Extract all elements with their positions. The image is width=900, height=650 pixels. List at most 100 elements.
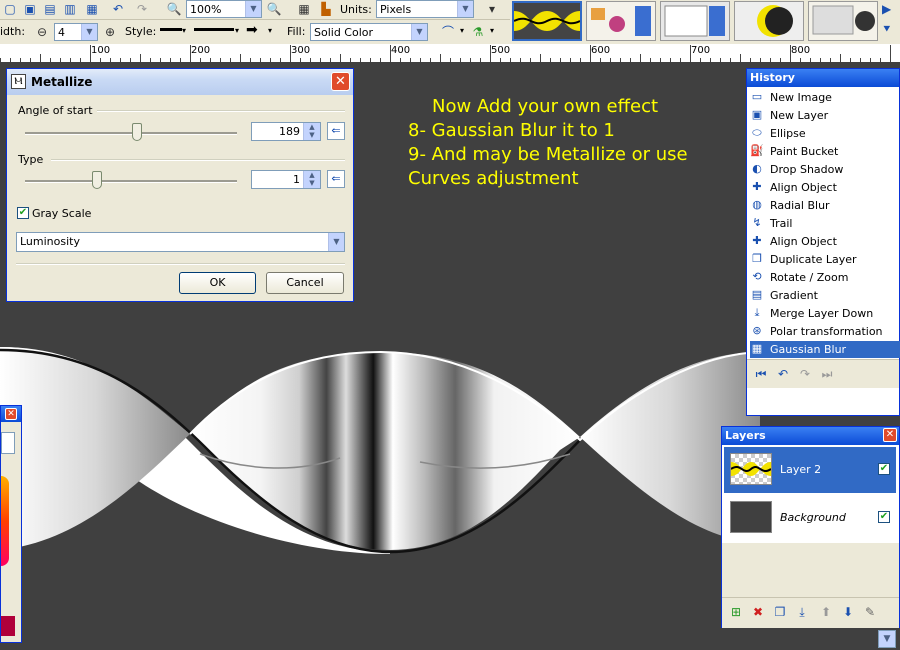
brush-width-dropdown[interactable]: 4 ▼: [54, 23, 98, 41]
type-reset-button[interactable]: ⇐: [327, 170, 345, 188]
image-thumbnail[interactable]: [808, 1, 878, 41]
layers-panel: Layers ✕ Layer 2 ✔ Background ✔ ⊞ ✖ ❐ ⤓ …: [721, 426, 900, 628]
add-layer-icon[interactable]: ⊞: [728, 604, 744, 620]
ruler-tick-label: 600: [591, 45, 611, 56]
spin-down-icon[interactable]: ▼: [304, 179, 320, 187]
history-item-label: Align Object: [770, 235, 837, 248]
line-style-icon[interactable]: [194, 28, 234, 31]
tool-icon[interactable]: ▣: [22, 1, 38, 17]
ok-button[interactable]: OK: [179, 272, 256, 294]
units-dropdown[interactable]: Pixels ▼: [376, 0, 474, 18]
history-item[interactable]: ▦ Gaussian Blur: [750, 341, 900, 358]
increase-icon[interactable]: ⊕: [102, 24, 118, 40]
delete-layer-icon[interactable]: ✖: [750, 604, 766, 620]
decrease-icon[interactable]: ⊖: [34, 24, 50, 40]
angle-slider-thumb[interactable]: [132, 123, 143, 141]
history-item[interactable]: ⬭ Ellipse: [750, 125, 900, 142]
move-layer-down-icon[interactable]: ⬇: [840, 604, 856, 620]
tool-icon[interactable]: ▤: [42, 1, 58, 17]
history-titlebar[interactable]: History: [747, 69, 899, 87]
close-icon[interactable]: ✕: [883, 428, 897, 442]
ruler-tick: [840, 54, 841, 62]
ruler-tick-label: 700: [691, 45, 711, 56]
layer-properties-icon[interactable]: ✎: [862, 604, 878, 620]
history-item[interactable]: ◍ Radial Blur: [750, 197, 900, 214]
move-layer-up-icon[interactable]: ⬆: [818, 604, 834, 620]
image-thumbnail[interactable]: [734, 1, 804, 41]
image-thumbnail[interactable]: [660, 1, 730, 41]
fill-dropdown[interactable]: Solid Color ▼: [310, 23, 428, 41]
type-slider-track[interactable]: [25, 180, 237, 183]
layers-footer: ⊞ ✖ ❐ ⤓ ⬆ ⬇ ✎: [722, 597, 899, 628]
history-item[interactable]: ↯ Trail: [750, 215, 900, 232]
blend-mode-dropdown[interactable]: Luminosity ▼: [16, 232, 345, 252]
ruler-tick: [540, 54, 541, 62]
cancel-button[interactable]: Cancel: [266, 272, 344, 294]
blend-mode-icon[interactable]: ⚗: [470, 24, 486, 40]
angle-reset-button[interactable]: ⇐: [327, 122, 345, 140]
layer-visibility-checkbox[interactable]: ✔: [878, 463, 890, 475]
scroll-down-icon[interactable]: ⯆: [882, 22, 892, 37]
merge-layer-down-icon: ⤓: [754, 306, 760, 319]
spin-up-icon[interactable]: ▲: [304, 123, 320, 131]
history-item[interactable]: ▣ New Layer: [750, 107, 900, 124]
history-item[interactable]: ✚ Align Object: [750, 179, 900, 196]
undo-icon[interactable]: ↶: [775, 366, 791, 382]
type-label: Type: [18, 153, 44, 166]
grayscale-checkbox[interactable]: ✔: [17, 207, 29, 219]
tool-icon[interactable]: ▢: [2, 1, 18, 17]
fast-forward-icon[interactable]: ⏭: [819, 366, 835, 382]
angle-spinbox[interactable]: 189 ▲ ▼: [251, 122, 321, 141]
zoom-out-icon[interactable]: 🔍: [166, 1, 182, 17]
grid-icon[interactable]: ▦: [296, 1, 312, 17]
image-thumbnail[interactable]: [512, 1, 582, 41]
primary-color-swatch[interactable]: [1, 616, 15, 636]
merge-layer-icon[interactable]: ⤓: [794, 604, 810, 620]
angle-slider-track[interactable]: [25, 132, 237, 135]
redo-icon[interactable]: ↷: [797, 366, 813, 382]
rewind-icon[interactable]: ⏮: [753, 366, 769, 382]
redo-icon[interactable]: ↷: [134, 1, 150, 17]
layers-titlebar[interactable]: Layers ✕: [722, 427, 899, 445]
image-thumbnail[interactable]: [586, 1, 656, 41]
history-item[interactable]: ⛽ Paint Bucket: [750, 143, 900, 160]
history-item[interactable]: ⊛ Polar transformation: [750, 323, 900, 340]
arrow-style-icon[interactable]: ➡: [246, 22, 258, 38]
ruler-icon[interactable]: ▙: [318, 1, 334, 17]
zoom-in-icon[interactable]: 🔍: [266, 1, 282, 17]
history-item[interactable]: ✚ Align Object: [750, 233, 900, 250]
dialog-close-button[interactable]: ✕: [331, 72, 350, 91]
layer-item[interactable]: Background ✔: [724, 495, 896, 541]
zoom-dropdown[interactable]: 100% ▼: [186, 0, 262, 18]
more-icon[interactable]: ▾: [484, 1, 500, 17]
toolbar-top: ▢ ▣ ▤ ▥ ▦ ↶ ↷ 🔍 100% ▼ 🔍 ▦ ▙ Units: Pixe…: [0, 0, 510, 20]
layer-visibility-checkbox[interactable]: ✔: [878, 511, 890, 523]
dash-style-icon[interactable]: [160, 28, 182, 31]
dialog-titlebar[interactable]: Ⲙ Metallize ✕: [7, 69, 353, 95]
history-item[interactable]: ▭ New Image: [750, 89, 900, 106]
antialias-icon[interactable]: ⌒: [440, 24, 456, 40]
units-value: Pixels: [380, 3, 412, 16]
spin-up-icon[interactable]: ▲: [304, 171, 320, 179]
scroll-right-icon[interactable]: ▶: [882, 2, 891, 16]
ruler-tick: [340, 54, 341, 62]
layer-item[interactable]: Layer 2 ✔: [724, 447, 896, 493]
close-icon[interactable]: ✕: [5, 408, 17, 420]
duplicate-layer-icon[interactable]: ❐: [772, 604, 788, 620]
spin-down-icon[interactable]: ▼: [304, 131, 320, 139]
history-item[interactable]: ⤓ Merge Layer Down: [750, 305, 900, 322]
chevron-down-icon: ▾: [235, 26, 240, 35]
tool-icon[interactable]: ▥: [62, 1, 78, 17]
history-item[interactable]: ◐ Drop Shadow: [750, 161, 900, 178]
type-spinbox[interactable]: 1 ▲ ▼: [251, 170, 321, 189]
color-swatch[interactable]: [1, 432, 15, 454]
color-wheel[interactable]: [1, 476, 9, 566]
history-panel: History ▭ New Image ▣ New Layer ⬭ Ellipse ⛽ Pai…: [746, 68, 900, 416]
history-item[interactable]: ⟲ Rotate / Zoom: [750, 269, 900, 286]
tool-icon[interactable]: ▦: [84, 1, 100, 17]
history-item[interactable]: ▤ Gradient: [750, 287, 900, 304]
history-item[interactable]: ❐ Duplicate Layer: [750, 251, 900, 268]
type-slider-thumb[interactable]: [92, 171, 103, 189]
undo-icon[interactable]: ↶: [110, 1, 126, 17]
scroll-down-icon[interactable]: ▼: [878, 630, 896, 648]
